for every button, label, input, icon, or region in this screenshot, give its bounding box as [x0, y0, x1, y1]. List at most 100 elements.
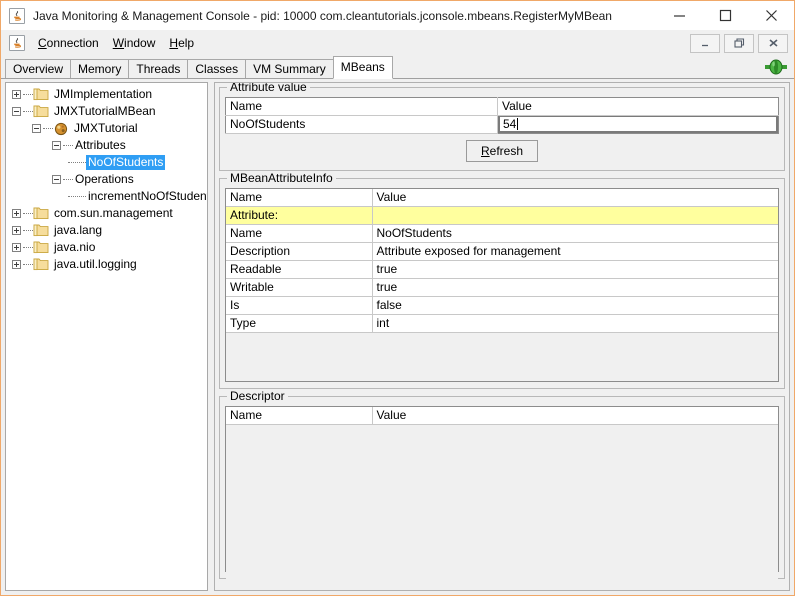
info-value-cell: true: [372, 278, 778, 297]
window-maximize-button[interactable]: [702, 1, 748, 30]
collapse-toggle-icon[interactable]: [30, 120, 43, 137]
tree-node-java-nio[interactable]: java.nio: [6, 239, 207, 256]
tree-node-java-util-logging[interactable]: java.util.logging: [6, 256, 207, 273]
column-header-name: Name: [225, 97, 498, 116]
mbean-attribute-info-panel: MBeanAttributeInfo Name Value Attribute:: [219, 172, 785, 389]
tree-node-jmxtutorialmbean[interactable]: JMXTutorialMBean: [6, 103, 207, 120]
table-row[interactable]: Name NoOfStudents: [226, 224, 778, 243]
table-header-row: Name Value: [226, 407, 778, 425]
refresh-button[interactable]: Refresh: [465, 140, 539, 162]
attribute-value-cell[interactable]: 54: [498, 115, 779, 134]
collapse-toggle-icon[interactable]: [50, 171, 63, 188]
java-cup-icon-menubar: [9, 35, 25, 51]
table-row[interactable]: Is false: [226, 296, 778, 315]
tab-mbeans[interactable]: MBeans: [332, 56, 393, 79]
tree-connector: [68, 161, 86, 164]
window-close-button[interactable]: [748, 1, 794, 30]
mbean-icon: [53, 122, 69, 136]
descriptor-legend: Descriptor: [227, 390, 288, 403]
info-name-cell: Attribute:: [226, 206, 373, 225]
tree-connector: [23, 263, 33, 266]
tree-node-label: Attributes: [75, 138, 126, 152]
tree-connector: [63, 144, 73, 147]
tree-connector: [43, 127, 53, 130]
attribute-value-panel: Attribute value Name Value NoOfStudents …: [219, 83, 785, 171]
attribute-value-table[interactable]: Name Value NoOfStudents 54: [225, 97, 779, 134]
mbean-attribute-info-legend: MBeanAttributeInfo: [227, 172, 336, 185]
info-value-cell: false: [372, 296, 778, 315]
menu-connection-mnemonic: C: [38, 36, 47, 50]
tree-node-jmxtutorial[interactable]: JMXTutorial: [6, 120, 207, 137]
tree-node-label: com.sun.management: [54, 206, 173, 220]
mbean-tree[interactable]: JMImplementation JMXTutorialMBean JMXTut…: [5, 82, 208, 591]
mbean-detail-pane: Attribute value Name Value NoOfStudents …: [214, 82, 790, 591]
tree-node-java-lang[interactable]: java.lang: [6, 222, 207, 239]
table-header-row: Name Value: [226, 189, 778, 207]
expand-toggle-icon[interactable]: [10, 256, 23, 273]
folder-icon: [33, 105, 49, 118]
tree-node-label: JMXTutorialMBean: [54, 104, 156, 118]
tab-overview[interactable]: Overview: [5, 59, 72, 78]
internal-frame-controls: [690, 33, 794, 53]
attribute-value-input[interactable]: 54: [498, 115, 778, 133]
collapse-toggle-icon[interactable]: [50, 137, 63, 154]
tree-node-incrementnoofstudents[interactable]: incrementNoOfStudents: [6, 188, 207, 205]
collapse-toggle-icon[interactable]: [10, 103, 23, 120]
tab-vm-summary[interactable]: VM Summary: [245, 59, 334, 78]
attribute-name-cell: NoOfStudents: [225, 115, 498, 134]
tree-connector: [23, 212, 33, 215]
table-row[interactable]: NoOfStudents 54: [225, 115, 779, 134]
window-minimize-button[interactable]: [656, 1, 702, 30]
menu-window-label: indow: [124, 36, 156, 50]
tree-connector: [23, 93, 33, 96]
expand-toggle-icon[interactable]: [10, 205, 23, 222]
menu-help-label: elp: [178, 36, 195, 50]
table-header-row: Name Value: [225, 97, 779, 116]
tree-connector: [63, 178, 73, 181]
folder-icon: [33, 207, 49, 220]
column-header-value: Value: [372, 189, 778, 207]
tree-node-attributes[interactable]: Attributes: [6, 137, 207, 154]
table-row[interactable]: Description Attribute exposed for manage…: [226, 242, 778, 261]
info-value-cell: Attribute exposed for management: [372, 242, 778, 261]
tree-node-label: java.util.logging: [54, 257, 137, 271]
tab-memory[interactable]: Memory: [70, 59, 130, 78]
internal-restore-button[interactable]: [724, 33, 754, 53]
folder-icon: [33, 88, 49, 101]
descriptor-table[interactable]: Name Value: [226, 407, 778, 425]
expand-toggle-icon[interactable]: [10, 239, 23, 256]
menu-connection[interactable]: Connection: [31, 33, 106, 53]
descriptor-empty-area: [226, 425, 778, 589]
tree-node-noofstudents[interactable]: NoOfStudents: [6, 154, 207, 171]
tab-threads[interactable]: Threads: [128, 59, 189, 78]
info-name-cell: Is: [226, 296, 373, 315]
mbean-attribute-info-table-wrap: Name Value Attribute: Name NoOfStudents: [225, 188, 779, 382]
info-name-cell: Description: [226, 242, 373, 261]
menu-window[interactable]: Window: [106, 33, 163, 53]
tree-node-operations[interactable]: Operations: [6, 171, 207, 188]
tab-classes[interactable]: Classes: [187, 59, 247, 78]
tree-node-label: incrementNoOfStudents: [88, 189, 208, 203]
expand-toggle-icon[interactable]: [10, 222, 23, 239]
internal-close-button[interactable]: [758, 33, 788, 53]
column-header-value: Value: [372, 407, 778, 425]
tree-node-com-sun-management[interactable]: com.sun.management: [6, 205, 207, 222]
info-name-cell: Writable: [226, 278, 373, 297]
table-row[interactable]: Type int: [226, 314, 778, 333]
info-value-cell: NoOfStudents: [372, 224, 778, 243]
table-row[interactable]: Writable true: [226, 278, 778, 297]
folder-icon: [33, 258, 49, 271]
jconsole-window: Java Monitoring & Management Console - p…: [0, 0, 795, 596]
tree-node-jmimplementation[interactable]: JMImplementation: [6, 86, 207, 103]
tree-node-label: JMXTutorial: [74, 121, 138, 135]
expand-toggle-icon[interactable]: [10, 86, 23, 103]
table-row[interactable]: Readable true: [226, 260, 778, 279]
attribute-value-legend: Attribute value: [227, 83, 310, 94]
info-value-cell: true: [372, 260, 778, 279]
window-controls: [656, 1, 794, 30]
mbean-attribute-info-table[interactable]: Name Value Attribute: Name NoOfStudents: [226, 189, 778, 333]
menu-help[interactable]: Help: [162, 33, 201, 53]
menu-window-mnemonic: W: [112, 36, 125, 50]
internal-minimize-button[interactable]: [690, 33, 720, 53]
table-row[interactable]: Attribute:: [226, 206, 778, 225]
